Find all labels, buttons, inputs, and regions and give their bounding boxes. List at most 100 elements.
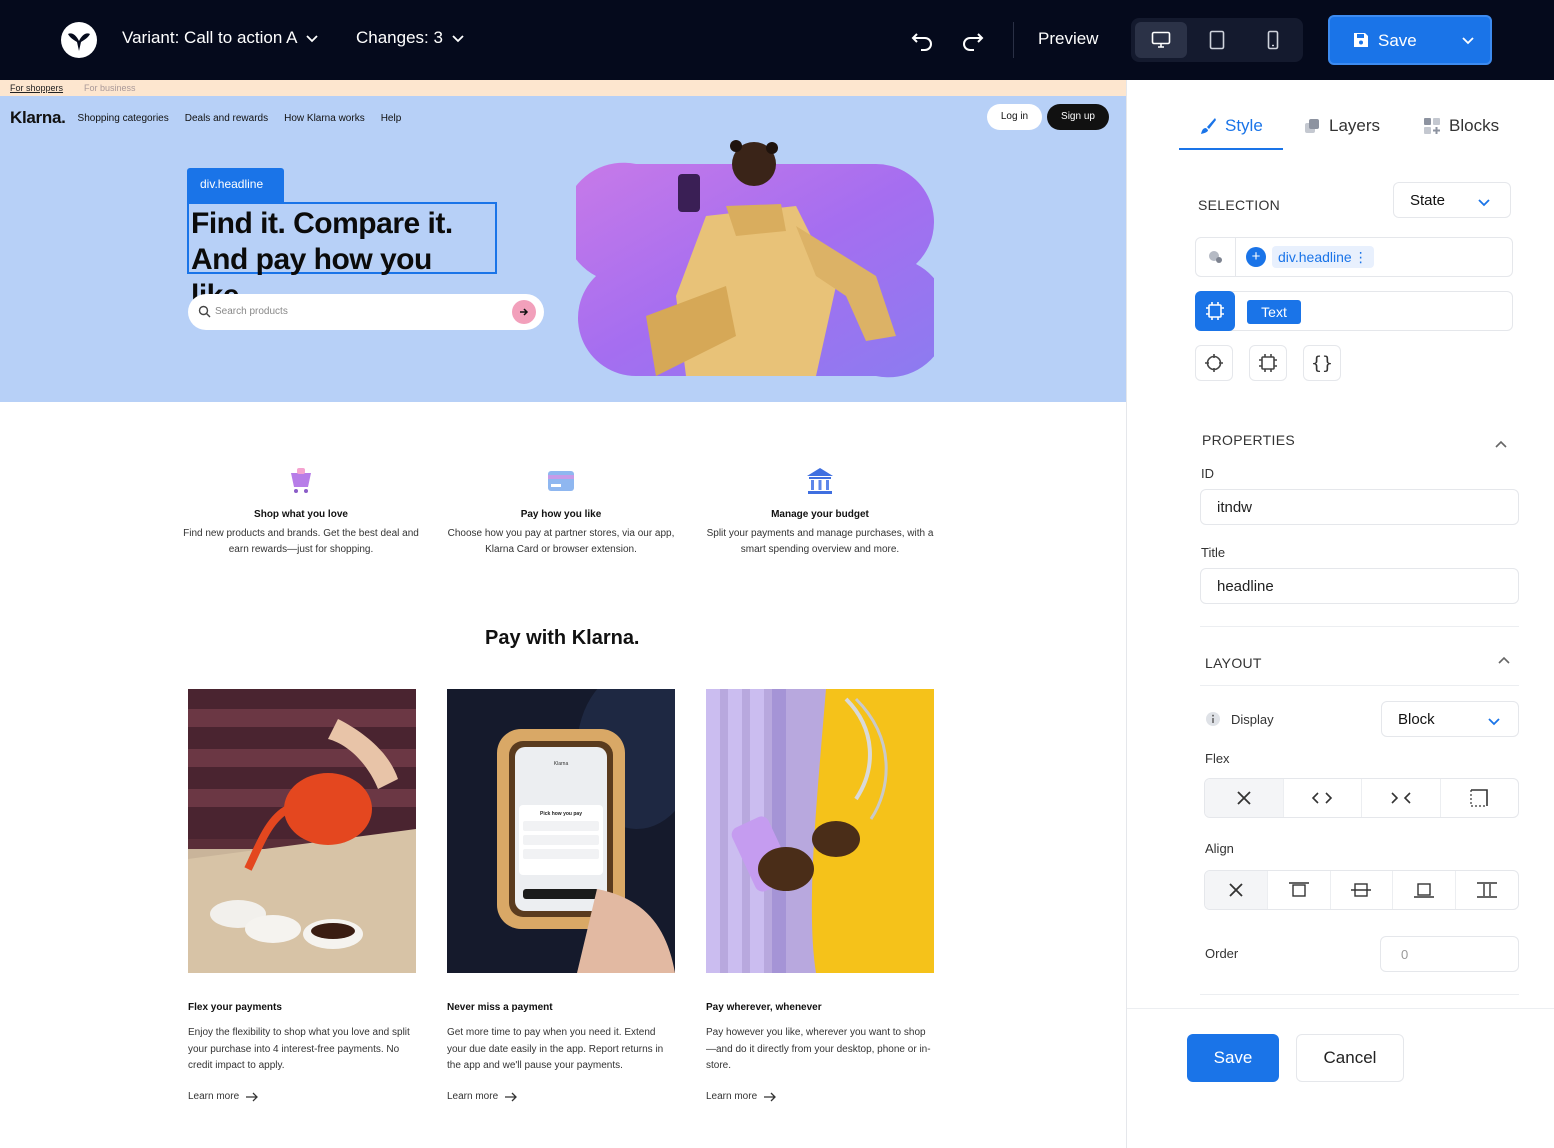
- desktop-view-button[interactable]: [1135, 22, 1187, 58]
- tab-style[interactable]: Style: [1199, 116, 1263, 136]
- align-end-option[interactable]: [1393, 871, 1457, 909]
- order-input[interactable]: 0: [1380, 936, 1519, 972]
- nav-link-deals[interactable]: Deals and rewards: [185, 113, 268, 124]
- nav-link-shopping-categories[interactable]: Shopping categories: [78, 113, 169, 124]
- panel-cancel-button[interactable]: Cancel: [1296, 1034, 1404, 1082]
- tab-blocks[interactable]: Blocks: [1423, 116, 1499, 136]
- preview-button[interactable]: Preview: [1038, 29, 1098, 49]
- display-select[interactable]: Block: [1381, 701, 1519, 737]
- component-toggle[interactable]: [1195, 291, 1235, 331]
- state-select[interactable]: State: [1393, 182, 1511, 218]
- tablet-view-button[interactable]: [1191, 22, 1243, 58]
- align-middle-icon: [1351, 883, 1372, 897]
- card-pay-wherever: Pay wherever, whenever Pay however you l…: [706, 689, 934, 1102]
- layers-icon: [1305, 119, 1319, 133]
- flex-row-option[interactable]: [1284, 779, 1362, 817]
- card-title: Pay wherever, whenever: [706, 1002, 822, 1013]
- code-button[interactable]: {}: [1303, 345, 1341, 381]
- feature-description: Find new products and brands. Get the be…: [183, 528, 419, 555]
- element-type-row: Text: [1195, 291, 1513, 331]
- panel-save-button[interactable]: Save: [1187, 1034, 1279, 1082]
- feature-title: Shop what you love: [254, 509, 348, 520]
- flex-row-reverse-option[interactable]: [1362, 779, 1441, 817]
- align-top-icon: [1288, 882, 1309, 897]
- card-never-miss: Klarna Pick how you pay Never miss a pay…: [447, 669, 697, 1102]
- align-center-option[interactable]: [1331, 871, 1394, 909]
- component-settings-button[interactable]: [1249, 345, 1287, 381]
- style-panel: Style Layers Blocks SELECTION State + di…: [1126, 80, 1554, 1148]
- floppy-disk-icon: [1354, 33, 1368, 47]
- credit-card-icon: [548, 471, 574, 491]
- phone-app-title: Klarna: [554, 761, 569, 767]
- chevron-up-icon[interactable]: [1497, 654, 1511, 668]
- more-vertical-icon[interactable]: ⋮: [1354, 246, 1368, 268]
- learn-more-link[interactable]: Learn more: [706, 1091, 777, 1102]
- align-none-option[interactable]: [1205, 871, 1268, 909]
- flex-direction-control: [1204, 778, 1519, 818]
- pay-with-klarna-title: Pay with Klarna.: [485, 627, 640, 649]
- app-logo-icon[interactable]: [60, 21, 98, 59]
- info-icon[interactable]: [1205, 711, 1221, 727]
- variant-dropdown[interactable]: Variant: Call to action A: [122, 28, 319, 48]
- chevron-up-icon[interactable]: [1494, 438, 1508, 452]
- flex-none-option[interactable]: [1205, 779, 1284, 817]
- save-button[interactable]: Save: [1328, 15, 1492, 65]
- hero-headline[interactable]: Find it. Compare it. And pay how you lik…: [187, 202, 497, 312]
- search-submit-button[interactable]: [512, 300, 536, 324]
- changes-dropdown[interactable]: Changes: 3: [356, 28, 465, 48]
- id-label: ID: [1201, 466, 1214, 481]
- feature-description: Split your payments and manage purchases…: [706, 528, 934, 555]
- component-icon: [1259, 354, 1277, 372]
- title-input[interactable]: headline: [1200, 568, 1519, 604]
- nav-link-how-it-works[interactable]: How Klarna works: [284, 113, 365, 124]
- divider: [1200, 994, 1519, 995]
- order-placeholder: 0: [1401, 947, 1409, 962]
- divider: [1200, 685, 1519, 686]
- product-search-bar[interactable]: Search products: [188, 294, 544, 330]
- mobile-view-button[interactable]: [1247, 22, 1299, 58]
- align-start-option[interactable]: [1268, 871, 1331, 909]
- id-input[interactable]: itndw: [1200, 489, 1519, 525]
- chevron-down-icon[interactable]: [1460, 32, 1476, 48]
- align-stretch-option[interactable]: [1456, 871, 1518, 909]
- for-shoppers-link[interactable]: For shoppers: [10, 83, 63, 93]
- undo-icon[interactable]: [909, 27, 935, 53]
- nav-link-help[interactable]: Help: [381, 113, 402, 124]
- align-label: Align: [1205, 841, 1234, 856]
- changes-label: Changes: 3: [356, 28, 443, 47]
- login-button[interactable]: Log in: [987, 104, 1042, 130]
- learn-more-label: Learn more: [706, 1091, 758, 1102]
- add-selector-button[interactable]: +: [1246, 247, 1266, 267]
- feature-title: Pay how you like: [520, 509, 602, 520]
- feature-title: Manage your budget: [771, 509, 869, 520]
- signup-button[interactable]: Sign up: [1047, 104, 1109, 130]
- learn-more-link[interactable]: Learn more: [188, 1091, 259, 1102]
- yellow-outfit-photo: [706, 689, 934, 973]
- title-label: Title: [1201, 545, 1226, 560]
- layout-heading: LAYOUT: [1205, 655, 1262, 671]
- brand-logo[interactable]: Klarna.: [10, 108, 66, 128]
- learn-more-link[interactable]: Learn more: [447, 1091, 518, 1102]
- arrow-right-icon: [246, 1092, 259, 1101]
- panel-footer-divider: [1127, 1008, 1554, 1009]
- sync-icon: [1208, 251, 1222, 263]
- chevron-down-icon: [1488, 718, 1500, 726]
- selector-chip-label: div.headline: [1278, 249, 1352, 265]
- close-icon: [1229, 883, 1243, 897]
- display-label: Display: [1231, 712, 1274, 727]
- target-button[interactable]: [1195, 345, 1233, 381]
- hero-image: [576, 140, 934, 378]
- flex-wrap-option[interactable]: [1441, 779, 1519, 817]
- title-value: headline: [1217, 578, 1274, 595]
- card-flex-payments: Flex your payments Enjoy the flexibility…: [188, 689, 416, 1102]
- tab-layers[interactable]: Layers: [1303, 116, 1380, 136]
- selector-sync-toggle[interactable]: [1196, 238, 1236, 276]
- selected-element-tag: div.headline: [187, 168, 284, 202]
- tablet-icon: [1209, 30, 1225, 50]
- for-business-link[interactable]: For business: [84, 83, 136, 93]
- redo-icon[interactable]: [960, 27, 986, 53]
- state-label: State: [1410, 192, 1446, 209]
- active-tab-indicator: [1179, 148, 1283, 150]
- phone-screen-heading: Pick how you pay: [540, 811, 582, 817]
- selector-chip[interactable]: div.headline ⋮: [1272, 246, 1374, 268]
